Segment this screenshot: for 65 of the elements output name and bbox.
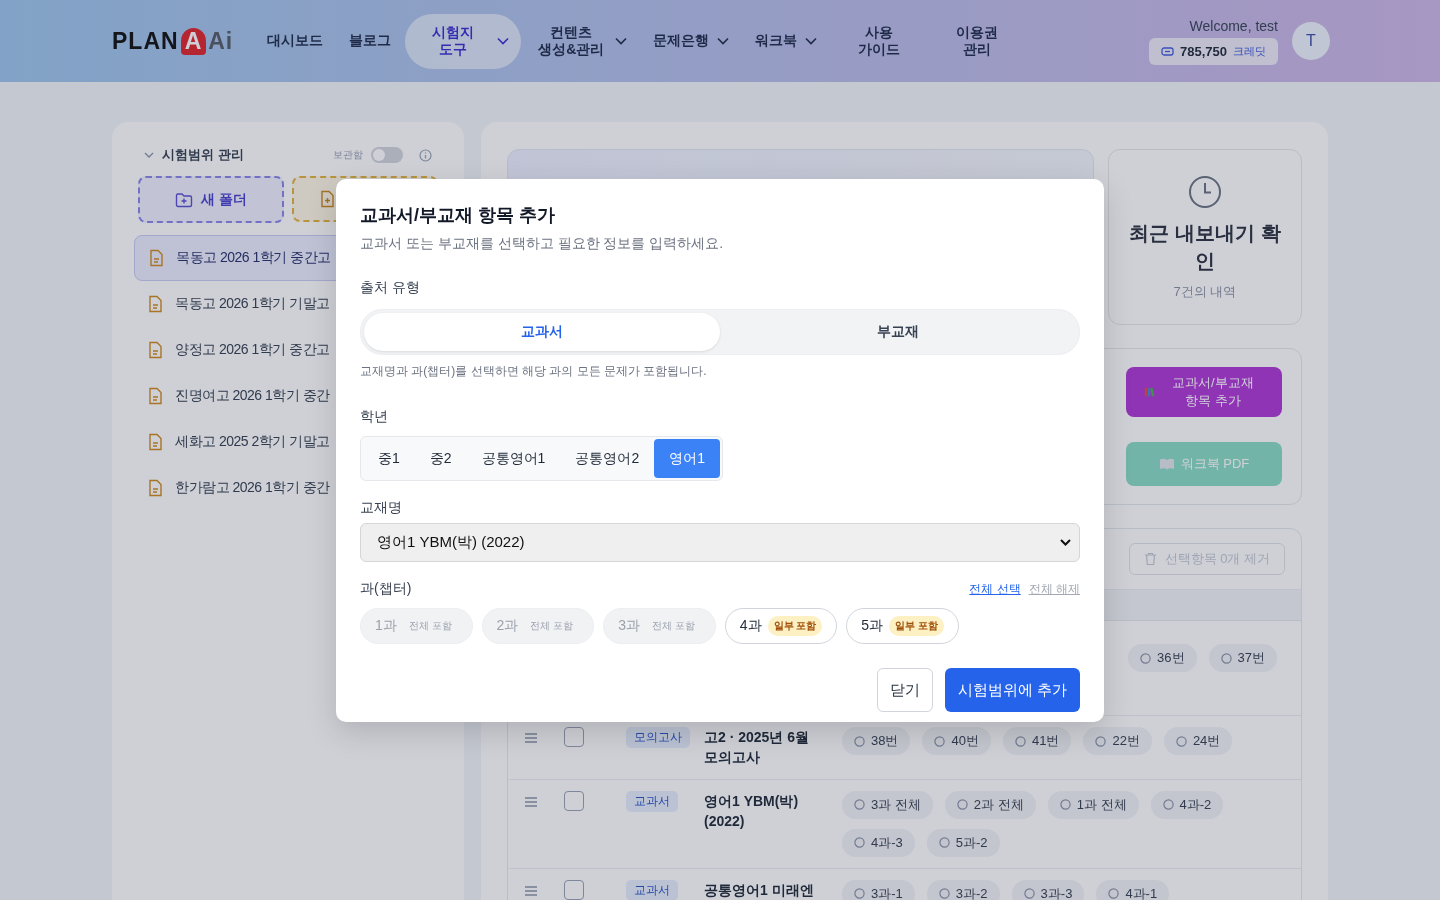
row-title: 고2 · 2025년 6월 모의고사 <box>704 728 811 768</box>
row-title: 영어1 YBM(박) (2022) <box>704 791 800 831</box>
textbook-label: 교재명 <box>360 499 403 517</box>
grade-option[interactable]: 중1 <box>363 439 415 478</box>
question-chip[interactable]: 4과-3 <box>842 828 915 857</box>
source-type-label: 출처 유형 <box>360 279 421 297</box>
chapter-chip[interactable]: 5과 일부 포함 <box>846 608 959 644</box>
partial-badge: 일부 포함 <box>767 616 823 636</box>
welcome-text: Welcome, test <box>1189 17 1278 34</box>
question-chip[interactable]: 3과 전체 <box>842 790 933 819</box>
recent-exports-count: 7건의 내역 <box>1173 283 1237 301</box>
source-type-option[interactable]: 교과서 <box>364 313 720 351</box>
grade-option[interactable]: 중2 <box>414 439 467 478</box>
nav-item[interactable]: 이용권 관리 <box>929 13 1026 69</box>
grade-label: 학년 <box>360 408 389 426</box>
grade-option[interactable]: 공통영어2 <box>560 439 655 478</box>
new-folder-button[interactable]: 새 폴더 <box>138 176 284 223</box>
question-chip[interactable]: 24번 <box>1163 727 1233 755</box>
nav-item[interactable]: 사용 가이드 <box>831 13 928 69</box>
row-title: 공통영어1 미래엔 <box>704 880 815 900</box>
question-chip[interactable]: 3과-3 <box>1011 879 1085 900</box>
source-tag: 모의고사 <box>626 727 690 748</box>
hint-text: 교재명과 과(챕터)를 선택하면 해당 과의 모든 문제가 포함됩니다. <box>360 363 708 380</box>
add-material-button[interactable]: 교과서/부교재 항목 추가 <box>1126 367 1282 417</box>
grade-option[interactable]: 공통영어1 <box>466 439 561 478</box>
archive-label: 보관함 <box>333 148 363 162</box>
textbook-select[interactable]: 영어1 YBM(박) (2022) <box>360 523 1080 562</box>
nav-item[interactable]: 컨텐츠 생성&관리 <box>523 13 640 69</box>
question-chip[interactable]: 5과-2 <box>926 828 1000 857</box>
full-label: 전체 포함 <box>650 619 696 633</box>
full-label: 전체 포함 <box>407 619 453 633</box>
add-to-scope-button[interactable]: 시험범위에 추가 <box>944 668 1080 712</box>
logo[interactable]: PLAN A Ai <box>112 27 234 55</box>
source-tag: 교과서 <box>626 879 678 900</box>
question-chip[interactable]: 40번 <box>922 727 991 755</box>
question-chip[interactable]: 4과-1 <box>1096 879 1170 900</box>
question-chip[interactable]: 22번 <box>1083 727 1152 755</box>
question-chip[interactable]: 38번 <box>842 727 911 755</box>
question-chip[interactable]: 41번 <box>1002 727 1072 755</box>
chapter-label: 과(챕터) <box>360 580 412 598</box>
nav-item[interactable]: 워크북 <box>743 22 830 60</box>
credit-badge[interactable]: 785,750 크레딧 <box>1149 37 1278 65</box>
nav-item[interactable]: 대시보드 <box>255 22 336 60</box>
nav-item[interactable]: 블로그 <box>337 22 404 60</box>
sidebar-title: 시험범위 관리 <box>162 146 244 164</box>
avatar[interactable]: T <box>1292 22 1330 60</box>
select-all-link[interactable]: 전체 선택 <box>969 580 1021 598</box>
question-chip[interactable]: 4과-2 <box>1150 790 1224 819</box>
dialog-title: 교과서/부교재 항목 추가 <box>360 204 556 227</box>
nav-item[interactable]: 문제은행 <box>641 22 742 60</box>
grade-option[interactable]: 영어1 <box>654 439 720 478</box>
full-label: 전체 포함 <box>529 619 575 633</box>
recent-exports-card[interactable]: 최근 내보내기 확인 7건의 내역 <box>1108 149 1302 325</box>
source-type-option[interactable]: 부교재 <box>720 313 1076 351</box>
question-chip[interactable]: 1과 전체 <box>1047 790 1139 819</box>
question-chip[interactable]: 3과-1 <box>842 879 915 900</box>
source-tag: 교과서 <box>626 790 678 812</box>
question-chip[interactable]: 2과 전체 <box>944 790 1036 819</box>
recent-exports-title: 최근 내보내기 확인 <box>1128 221 1282 274</box>
question-chip[interactable]: 36번 <box>1128 644 1197 672</box>
chapter-chip[interactable]: 4과 일부 포함 <box>724 608 838 644</box>
question-chip[interactable]: 3과-2 <box>926 879 1000 900</box>
partial-badge: 일부 포함 <box>889 616 944 636</box>
question-chip[interactable]: 37번 <box>1208 644 1277 672</box>
close-button[interactable]: 닫기 <box>876 668 933 712</box>
